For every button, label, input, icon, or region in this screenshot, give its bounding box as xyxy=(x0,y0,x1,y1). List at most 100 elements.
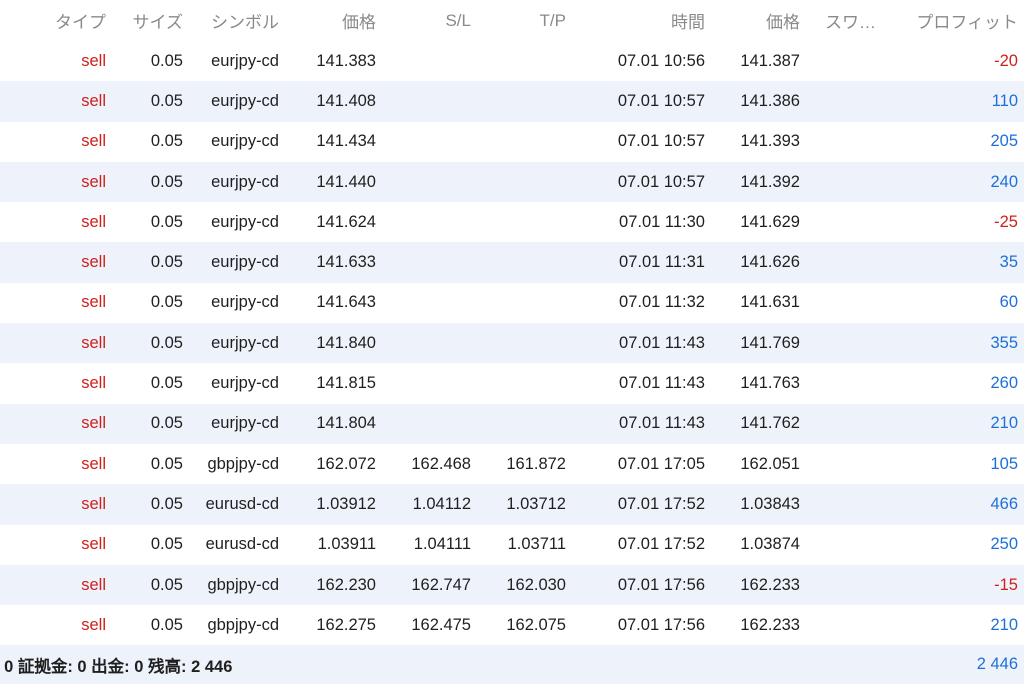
cell-close-price: 162.051 xyxy=(740,454,800,473)
cell-size: 0.05 xyxy=(150,575,183,594)
cell-close-price: 141.392 xyxy=(740,172,800,191)
cell-profit: 110 xyxy=(991,91,1018,110)
cell-time: 07.01 11:30 xyxy=(619,212,705,231)
table-row[interactable]: sell 0.05 eurjpy-cd 141.408 07.01 10:57 141.3… xyxy=(0,81,1024,122)
cell-size: 0.05 xyxy=(150,494,183,513)
cell-type: sell xyxy=(81,91,106,110)
header-close-price[interactable]: 価格 xyxy=(766,0,800,41)
cell-time: 07.01 10:56 xyxy=(617,51,705,70)
cell-symbol: eurjpy-cd xyxy=(211,374,279,393)
cell-symbol: eurjpy-cd xyxy=(211,333,279,352)
cell-type: sell xyxy=(81,253,106,272)
cell-type: sell xyxy=(81,51,106,70)
cell-profit: 466 xyxy=(990,494,1018,513)
header-symbol[interactable]: シンボル xyxy=(211,0,279,41)
cell-size: 0.05 xyxy=(150,212,183,231)
cell-type: sell xyxy=(81,212,106,231)
cell-symbol: eurjpy-cd xyxy=(211,414,279,433)
header-size[interactable]: サイズ xyxy=(133,0,184,41)
table-header: タイプ サイズ シンボル 価格 S/L T/P 時間 価格 スワ… プロフィット xyxy=(0,0,1024,41)
total-profit: 2 446 xyxy=(976,655,1018,673)
cell-tp: 161.872 xyxy=(506,454,566,473)
cell-symbol: eurusd-cd xyxy=(205,494,279,513)
cell-sl: 162.468 xyxy=(411,454,471,473)
table-row[interactable]: sell 0.05 eurjpy-cd 141.440 07.01 10:57 141.3… xyxy=(0,161,1024,203)
table-row[interactable]: sell 0.05 eurjpy-cd 141.840 07.01 11:43 141.7… xyxy=(0,323,1024,364)
cell-type: sell xyxy=(81,333,106,352)
cell-type: sell xyxy=(81,494,106,513)
cell-sl: 162.475 xyxy=(411,615,471,634)
cell-size: 0.05 xyxy=(150,414,183,433)
cell-close-price: 141.631 xyxy=(740,293,800,312)
header-swap[interactable]: スワ… xyxy=(825,0,876,41)
cell-size: 0.05 xyxy=(150,132,183,151)
cell-symbol: eurusd-cd xyxy=(205,535,279,554)
cell-profit: 210 xyxy=(990,414,1018,433)
cell-profit: 105 xyxy=(990,454,1018,473)
table-row[interactable]: sell 0.05 eurjpy-cd 141.633 07.01 11:31 141.6… xyxy=(0,242,1024,283)
cell-close-price: 141.387 xyxy=(740,51,800,70)
cell-type: sell xyxy=(81,535,106,554)
cell-type: sell xyxy=(81,132,106,151)
cell-symbol: gbpjpy-cd xyxy=(207,575,279,594)
cell-sl: 1.04111 xyxy=(413,535,471,554)
header-tp[interactable]: T/P xyxy=(540,0,566,41)
cell-type: sell xyxy=(81,414,106,433)
cell-time: 07.01 17:56 xyxy=(617,575,705,594)
cell-profit: 35 xyxy=(999,253,1018,272)
account-summary-bar: : 0 証拠金: 0 出金: 0 残高: 2 446 2 446 xyxy=(0,645,1024,684)
cell-time: 07.01 11:43 xyxy=(619,333,705,352)
cell-open-price: 1.03912 xyxy=(316,494,376,513)
cell-size: 0.05 xyxy=(150,293,183,312)
cell-open-price: 162.275 xyxy=(316,615,376,634)
table-row[interactable]: sell 0.05 eurjpy-cd 141.804 07.01 11:43 141.7… xyxy=(0,403,1024,444)
table-row[interactable]: sell 0.05 eurjpy-cd 141.815 07.01 11:43 141.7… xyxy=(0,363,1024,403)
table-row[interactable]: sell 0.05 eurjpy-cd 141.434 07.01 10:57 141.3… xyxy=(0,122,1024,162)
cell-open-price: 141.815 xyxy=(316,374,376,393)
table-row[interactable]: sell 0.05 eurjpy-cd 141.624 07.01 11:30 141.6… xyxy=(0,202,1024,242)
cell-symbol: eurjpy-cd xyxy=(211,132,279,151)
header-sl[interactable]: S/L xyxy=(445,0,471,41)
cell-time: 07.01 11:43 xyxy=(619,414,705,433)
cell-open-price: 141.633 xyxy=(316,253,376,272)
history-table: タイプ サイズ シンボル 価格 S/L T/P 時間 価格 スワ… プロフィット… xyxy=(0,0,1024,645)
cell-time: 07.01 17:56 xyxy=(617,615,705,634)
cell-size: 0.05 xyxy=(150,91,183,110)
cell-sl: 1.04112 xyxy=(412,494,471,513)
cell-time: 07.01 10:57 xyxy=(617,132,705,151)
header-open-price[interactable]: 価格 xyxy=(342,0,376,41)
table-row[interactable]: sell 0.05 eurusd-cd 1.03912 1.04112 1.03712 07… xyxy=(0,484,1024,525)
cell-close-price: 141.629 xyxy=(740,212,800,231)
header-profit[interactable]: プロフィット xyxy=(916,0,1018,41)
cell-symbol: eurjpy-cd xyxy=(211,91,279,110)
cell-size: 0.05 xyxy=(150,615,183,634)
cell-profit: 240 xyxy=(990,172,1018,191)
cell-tp: 162.030 xyxy=(506,575,566,594)
cell-size: 0.05 xyxy=(150,535,183,554)
table-row[interactable]: sell 0.05 eurusd-cd 1.03911 1.04111 1.03711 07… xyxy=(0,525,1024,565)
cell-close-price: 141.393 xyxy=(740,132,800,151)
cell-close-price: 141.769 xyxy=(740,333,800,352)
cell-size: 0.05 xyxy=(150,51,183,70)
cell-close-price: 1.03843 xyxy=(740,494,800,513)
table-row[interactable]: sell 0.05 eurjpy-cd 141.643 07.01 11:32 141.6… xyxy=(0,283,1024,323)
cell-profit: -25 xyxy=(994,212,1018,231)
cell-tp: 162.075 xyxy=(506,615,566,634)
table-row[interactable]: sell 0.05 gbpjpy-cd 162.072 162.468 161.872 07… xyxy=(0,444,1024,484)
cell-time: 07.01 11:31 xyxy=(619,253,705,272)
cell-size: 0.05 xyxy=(150,253,183,272)
table-row[interactable]: sell 0.05 gbpjpy-cd 162.275 162.475 162.075 07… xyxy=(0,605,1024,645)
cell-time: 07.01 10:57 xyxy=(617,172,705,191)
cell-open-price: 141.643 xyxy=(316,293,376,312)
cell-close-price: 141.762 xyxy=(740,414,800,433)
table-row[interactable]: sell 0.05 gbpjpy-cd 162.230 162.747 162.030 07… xyxy=(0,564,1024,606)
cell-open-price: 141.440 xyxy=(316,172,376,191)
header-type[interactable]: タイプ xyxy=(55,0,106,41)
cell-close-price: 162.233 xyxy=(740,615,800,634)
table-row[interactable]: sell 0.05 eurjpy-cd 141.383 07.01 10:56 141.3… xyxy=(0,41,1024,81)
cell-time: 07.01 10:57 xyxy=(617,91,705,110)
cell-size: 0.05 xyxy=(150,374,183,393)
cell-open-price: 141.408 xyxy=(316,91,376,110)
header-time[interactable]: 時間 xyxy=(671,0,705,41)
cell-time: 07.01 17:52 xyxy=(617,535,705,554)
